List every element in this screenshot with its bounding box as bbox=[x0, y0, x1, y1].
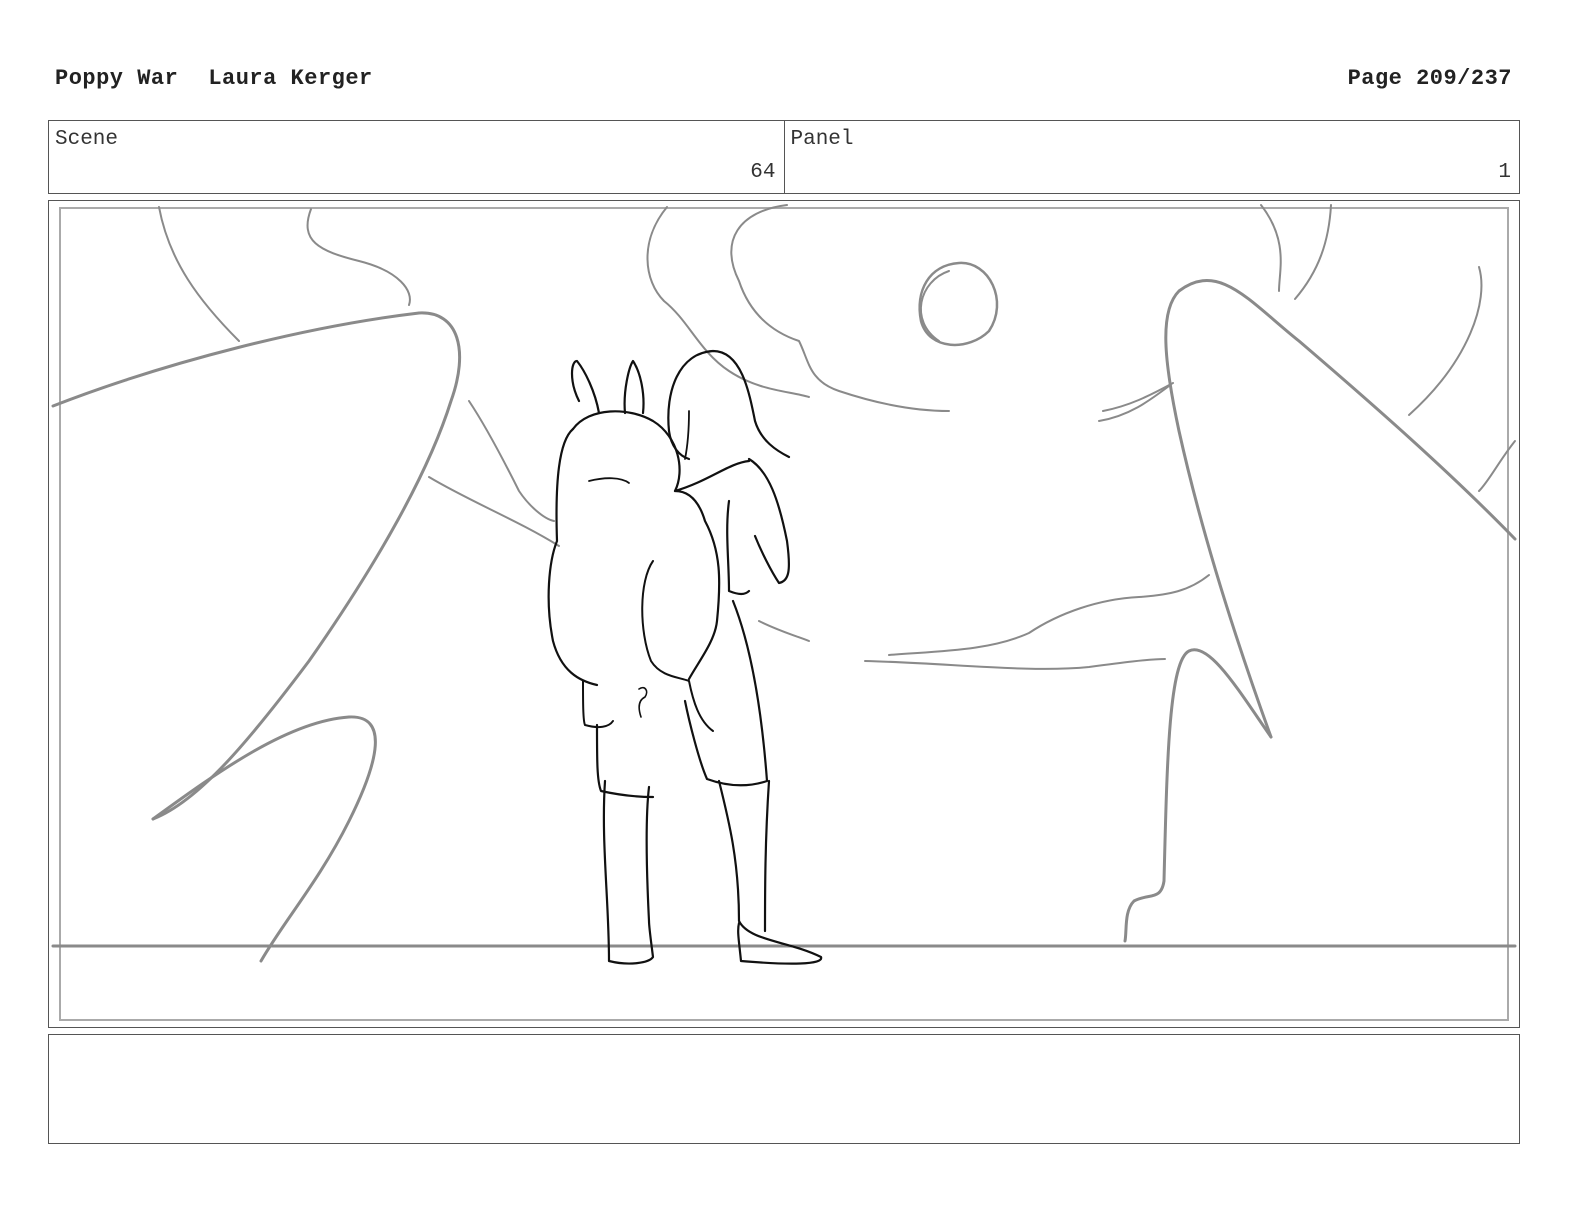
page-counter: Page 209/237 bbox=[1347, 66, 1512, 91]
rabbit-body bbox=[547, 427, 599, 687]
background-sketch bbox=[51, 204, 1517, 963]
girl-hair bbox=[667, 349, 791, 459]
scene-cell: Scene 64 bbox=[49, 121, 784, 193]
author-name: Laura Kerger bbox=[208, 66, 373, 91]
rabbit-ear-right bbox=[623, 359, 645, 415]
storyboard-frame bbox=[48, 200, 1520, 1028]
scene-number: 64 bbox=[750, 161, 776, 184]
project-title: Poppy War bbox=[55, 66, 179, 91]
scene-panel-info: Scene 64 Panel 1 bbox=[48, 120, 1520, 194]
rabbit-ear-left bbox=[570, 359, 601, 415]
panel-notes-box bbox=[48, 1034, 1520, 1144]
left-rock-lower bbox=[151, 715, 377, 963]
panel-cell: Panel 1 bbox=[783, 121, 1520, 193]
right-rock-lower bbox=[1123, 648, 1273, 943]
panel-sketch bbox=[51, 204, 1517, 965]
storyboard-header-left: Poppy War Laura Kerger bbox=[55, 66, 373, 91]
characters-sketch bbox=[547, 349, 823, 965]
panel-number: 1 bbox=[1498, 161, 1511, 184]
left-rock-upper bbox=[51, 311, 462, 821]
panel-label: Panel bbox=[790, 128, 854, 151]
scene-label: Scene bbox=[55, 128, 119, 151]
